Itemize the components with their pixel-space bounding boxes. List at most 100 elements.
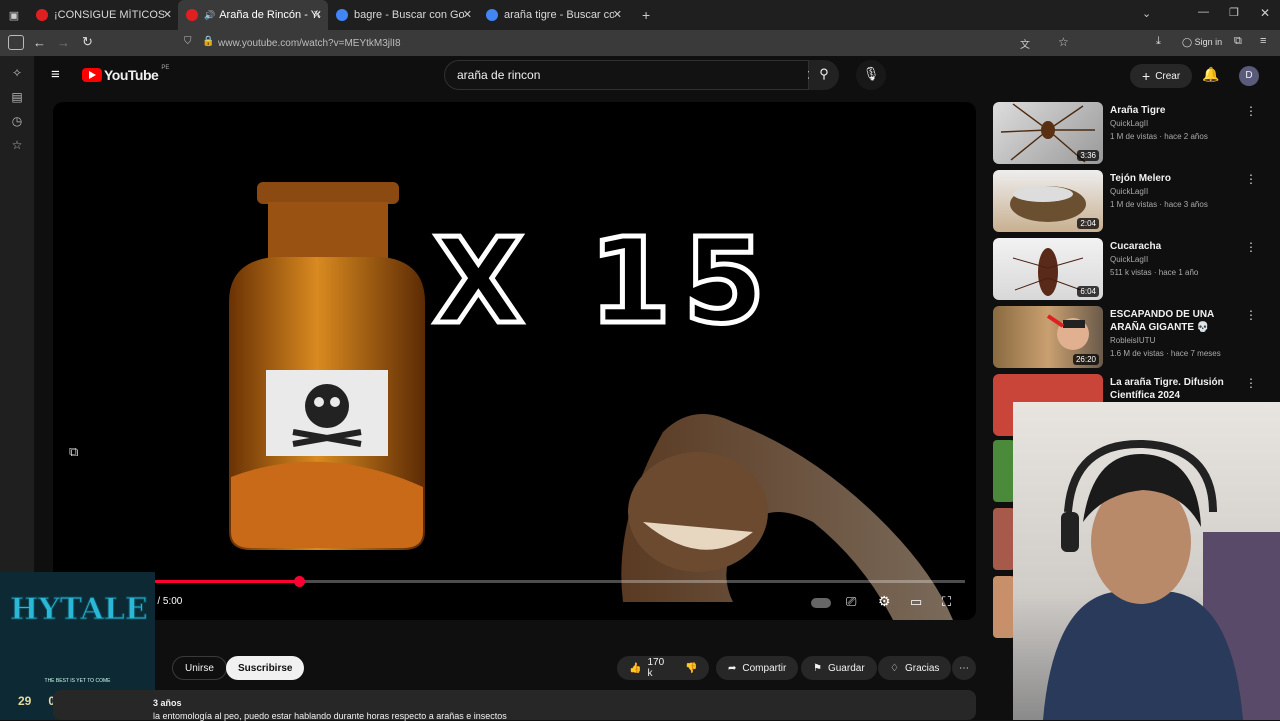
close-tab-icon[interactable]: ✕ <box>463 8 472 21</box>
microphone-icon: 🎙 <box>862 66 880 81</box>
video-thumbnail[interactable]: 26:20 <box>993 306 1103 368</box>
subscribe-button[interactable]: Suscribirse <box>226 656 305 680</box>
tab-list-chevron-icon[interactable]: ⌄ <box>1142 7 1151 20</box>
channel-name[interactable]: QuickLagII <box>1110 253 1250 266</box>
more-vertical-icon[interactable]: ⋮ <box>1245 376 1257 390</box>
channel-name[interactable]: QuickLagII <box>1110 117 1250 130</box>
channel-name[interactable]: QuickLagII <box>1110 185 1250 198</box>
shield-icon[interactable]: ⛉ <box>184 36 192 47</box>
tab-arana-de-rincon[interactable]: 🔊Araña de Rincón - YouTube✕ <box>178 0 328 30</box>
hamburger-menu-icon[interactable]: ≡ <box>51 66 60 83</box>
voice-search-button[interactable]: 🎙 <box>856 60 886 90</box>
video-stats: 1 M de vistas · hace 2 años <box>1110 132 1208 141</box>
share-icon: ➦ <box>728 662 737 674</box>
google-favicon-icon <box>486 9 498 21</box>
address-bar[interactable]: ⛉ 🔒 www.youtube.com/watch?v=MEYtkM3jlI8 … <box>178 33 1078 53</box>
video-title[interactable]: Araña Tigre <box>1110 104 1250 117</box>
autoplay-toggle[interactable] <box>811 598 831 608</box>
account-icon: ◯ <box>1182 37 1195 47</box>
video-thumbnail[interactable]: 6:04 <box>993 238 1103 300</box>
history-icon[interactable]: ◷ <box>0 114 34 128</box>
ai-icon[interactable]: ✧ <box>0 66 34 80</box>
notifications-bell-icon[interactable]: 🔔 <box>1202 66 1219 83</box>
lock-icon[interactable]: 🔒 <box>202 36 214 47</box>
description-box[interactable]: 3 años la entomología al peo, puedo esta… <box>53 690 976 721</box>
youtube-play-logo-icon <box>82 68 102 82</box>
video-thumbnail[interactable] <box>993 508 1015 570</box>
related-video[interactable]: 6:04 Cucaracha QuickLagII 511 k vistas · h… <box>993 238 1273 300</box>
video-thumbnail[interactable] <box>993 576 1015 638</box>
close-tab-icon[interactable]: ✕ <box>613 8 622 21</box>
more-vertical-icon[interactable]: ⋮ <box>1245 172 1257 186</box>
video-thumbnail[interactable] <box>993 440 1015 502</box>
related-video[interactable]: 2:04 Tejón Melero QuickLagII 1 M de vistas… <box>993 170 1273 232</box>
extensions-icon[interactable]: ⧉ <box>1234 35 1242 48</box>
signin-button[interactable]: ◯ Sign in <box>1182 37 1222 48</box>
fullscreen-icon[interactable]: ⛶ <box>942 594 951 610</box>
thumbs-up-icon: 👍 <box>629 662 642 674</box>
back-icon[interactable]: ← <box>33 35 46 50</box>
maximize-icon[interactable]: ❐ <box>1229 6 1239 19</box>
search-button[interactable]: ⚲ <box>809 60 839 90</box>
close-tab-icon[interactable]: ✕ <box>163 8 172 21</box>
thumbs-down-icon: 👎 <box>685 662 698 674</box>
translate-icon[interactable]: 文 <box>1020 36 1030 51</box>
more-vertical-icon[interactable]: ⋮ <box>1245 308 1257 322</box>
theater-mode-icon[interactable]: ▭ <box>910 594 922 610</box>
create-button[interactable]: + Crear <box>1130 64 1193 88</box>
join-button[interactable]: Unirse <box>172 656 227 680</box>
new-tab-icon[interactable]: + <box>642 7 650 23</box>
forward-icon[interactable]: → <box>57 35 70 50</box>
close-window-icon[interactable]: ✕ <box>1260 6 1270 20</box>
star-icon[interactable]: ☆ <box>1058 35 1069 49</box>
video-title[interactable]: La araña Tigre. Difusión Científica 2024 <box>1110 376 1250 402</box>
search-input[interactable]: araña de rincon ✕ <box>444 60 818 90</box>
favorites-icon[interactable]: ☆ <box>0 138 34 152</box>
video-player[interactable]: X 15 ⧉ 0 / 5:00 ⎚ ⚙ ▭ ⛶ <box>53 102 976 620</box>
more-vertical-icon[interactable]: ⋮ <box>1245 240 1257 254</box>
avatar[interactable]: D <box>1239 66 1259 86</box>
menu-icon[interactable]: ≡ <box>1260 35 1266 47</box>
download-icon[interactable]: ⤓ <box>1156 35 1161 48</box>
video-title[interactable]: ESCAPANDO DE UNA ARAÑA GIGANTE 💀 <box>1110 308 1250 334</box>
sidebar-toggle-icon[interactable] <box>8 35 24 50</box>
subtitles-icon[interactable]: ⎚ <box>846 594 856 610</box>
webcam-overlay <box>1013 402 1280 720</box>
overlay-multiplier-text: X 15 <box>430 210 778 353</box>
tab-actions-icon[interactable]: ▣ <box>0 9 28 22</box>
close-tab-icon[interactable]: ✕ <box>313 8 322 21</box>
video-thumbnail[interactable]: 2:04 <box>993 170 1103 232</box>
url-text: www.youtube.com/watch?v=MEYtkM3jlI8 <box>218 37 401 49</box>
related-video[interactable]: 26:20 ESCAPANDO DE UNA ARAÑA GIGANTE 💀 Ro… <box>993 306 1273 368</box>
speaker-icon[interactable]: 🔊 <box>204 10 215 21</box>
reload-icon[interactable]: ↻ <box>82 34 93 50</box>
settings-gear-icon[interactable]: ⚙ <box>878 593 891 610</box>
more-actions-button[interactable]: ⋯ <box>952 656 976 680</box>
save-button[interactable]: ⚑ Guardar <box>801 656 877 680</box>
dislike-button[interactable]: 👎 <box>677 656 709 680</box>
share-button[interactable]: ➦ Compartir <box>716 656 799 680</box>
thanks-button[interactable]: ♢ Gracias <box>878 656 952 680</box>
video-stats: 1 M de vistas · hace 3 años <box>1110 200 1208 209</box>
video-thumbnail[interactable]: 3:36 <box>993 102 1103 164</box>
video-title[interactable]: Cucaracha <box>1110 240 1250 253</box>
more-vertical-icon[interactable]: ⋮ <box>1245 104 1257 118</box>
channel-name[interactable]: RobleisIUTU <box>1110 334 1250 347</box>
reading-list-icon[interactable]: ▤ <box>0 90 34 104</box>
tab-arana-tigre[interactable]: araña tigre - Buscar con Google✕ <box>478 0 628 30</box>
tab-hytale[interactable]: ¡CONSIGUE MÍTICOS AHORA! D✕ <box>28 0 178 30</box>
tab-bagre[interactable]: bagre - Buscar con Google✕ <box>328 0 478 30</box>
progress-bar[interactable] <box>65 576 965 587</box>
video-duration: 3:36 <box>1077 150 1099 161</box>
miniplayer-icon[interactable]: ⧉ <box>69 444 78 460</box>
google-favicon-icon <box>336 9 348 21</box>
video-title[interactable]: Tejón Melero <box>1110 172 1250 185</box>
progress-scrubber-handle[interactable] <box>293 576 305 587</box>
bookmark-icon: ⚑ <box>813 662 822 674</box>
super-thanks-icon: ♢ <box>890 662 899 674</box>
related-video[interactable]: 3:36 Araña Tigre QuickLagII 1 M de vistas … <box>993 102 1273 164</box>
youtube-logo[interactable]: YouTube PE <box>82 65 169 83</box>
countdown-days: 29 <box>18 694 32 708</box>
like-button[interactable]: 👍 170 k <box>617 656 677 680</box>
minimize-icon[interactable]: — <box>1198 6 1209 18</box>
